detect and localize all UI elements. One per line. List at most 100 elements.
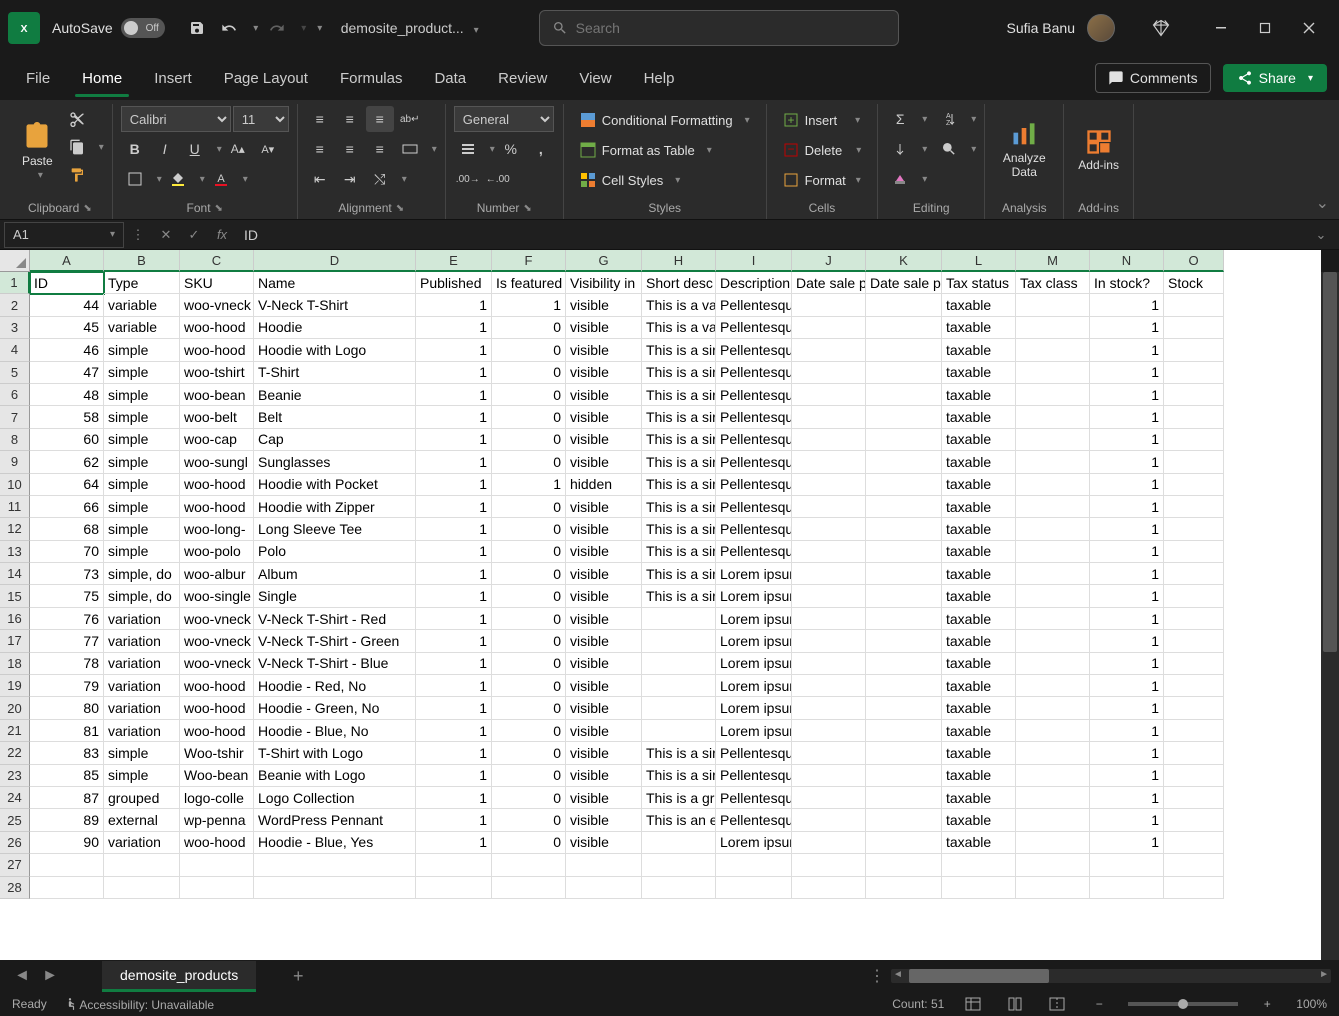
data-cell[interactable] xyxy=(1016,429,1090,451)
data-cell[interactable]: woo-vneck xyxy=(180,630,254,652)
data-cell[interactable]: 76 xyxy=(30,608,104,630)
data-cell[interactable]: taxable xyxy=(942,630,1016,652)
header-cell[interactable]: Type xyxy=(104,272,180,294)
comments-button[interactable]: Comments xyxy=(1095,63,1211,93)
accounting-button[interactable] xyxy=(454,136,482,162)
data-cell[interactable]: This is a sir xyxy=(642,541,716,563)
data-cell[interactable]: visible xyxy=(566,787,642,809)
data-cell[interactable]: simple xyxy=(104,541,180,563)
data-cell[interactable]: Lorem ipsum dolor sit amet, con xyxy=(716,608,792,630)
data-cell[interactable] xyxy=(1164,294,1224,316)
empty-cell[interactable] xyxy=(1016,854,1090,876)
data-cell[interactable]: woo-albur xyxy=(180,563,254,585)
data-cell[interactable]: 1 xyxy=(416,339,492,361)
data-cell[interactable]: 1 xyxy=(416,742,492,764)
header-cell[interactable]: Short desc xyxy=(642,272,716,294)
cut-button[interactable] xyxy=(63,106,91,132)
borders-button[interactable] xyxy=(121,166,149,192)
data-cell[interactable]: 1 xyxy=(1090,384,1164,406)
data-cell[interactable]: woo-belt xyxy=(180,406,254,428)
data-cell[interactable]: taxable xyxy=(942,317,1016,339)
column-header[interactable]: H xyxy=(642,250,716,272)
data-cell[interactable]: Long Sleeve Tee xyxy=(254,518,416,540)
data-cell[interactable]: simple xyxy=(104,765,180,787)
data-cell[interactable]: taxable xyxy=(942,384,1016,406)
header-cell[interactable]: Stock xyxy=(1164,272,1224,294)
data-cell[interactable]: Pellentesque habitant morbi trist xyxy=(716,518,792,540)
data-cell[interactable]: 62 xyxy=(30,451,104,473)
tab-formulas[interactable]: Formulas xyxy=(326,62,417,95)
data-cell[interactable]: simple xyxy=(104,406,180,428)
data-cell[interactable]: taxable xyxy=(942,787,1016,809)
data-cell[interactable]: This is a sir xyxy=(642,339,716,361)
row-header[interactable]: 24 xyxy=(0,787,30,809)
data-cell[interactable] xyxy=(1016,630,1090,652)
data-cell[interactable]: Pellentesque habitant morbi trist xyxy=(716,742,792,764)
data-cell[interactable]: woo-hood xyxy=(180,675,254,697)
data-cell[interactable]: 1 xyxy=(1090,317,1164,339)
data-cell[interactable]: Hoodie with Zipper xyxy=(254,496,416,518)
header-cell[interactable]: Description xyxy=(716,272,792,294)
data-cell[interactable]: 1 xyxy=(1090,496,1164,518)
row-header[interactable]: 5 xyxy=(0,362,30,384)
data-cell[interactable] xyxy=(792,630,866,652)
data-cell[interactable] xyxy=(792,474,866,496)
data-cell[interactable]: taxable xyxy=(942,675,1016,697)
format-cells-button[interactable]: Format▾ xyxy=(775,166,869,194)
data-cell[interactable] xyxy=(1016,653,1090,675)
search-input[interactable] xyxy=(576,20,886,36)
data-cell[interactable] xyxy=(866,541,942,563)
row-header[interactable]: 16 xyxy=(0,608,30,630)
data-cell[interactable]: Single xyxy=(254,585,416,607)
font-color-button[interactable]: A xyxy=(207,166,235,192)
data-cell[interactable] xyxy=(866,518,942,540)
data-cell[interactable] xyxy=(1016,496,1090,518)
data-cell[interactable]: 1 xyxy=(1090,518,1164,540)
data-cell[interactable] xyxy=(1164,675,1224,697)
data-cell[interactable] xyxy=(866,765,942,787)
data-cell[interactable]: This is a sir xyxy=(642,384,716,406)
row-header[interactable]: 9 xyxy=(0,451,30,473)
data-cell[interactable]: visible xyxy=(566,697,642,719)
data-cell[interactable]: This is a sir xyxy=(642,563,716,585)
data-cell[interactable]: 1 xyxy=(416,384,492,406)
align-middle-button[interactable]: ≡ xyxy=(336,106,364,132)
data-cell[interactable]: Lorem ipsum dolor sit amet, con xyxy=(716,832,792,854)
data-cell[interactable]: 0 xyxy=(492,563,566,585)
data-cell[interactable] xyxy=(866,384,942,406)
row-header[interactable]: 4 xyxy=(0,339,30,361)
data-cell[interactable]: This is a sir xyxy=(642,518,716,540)
data-cell[interactable] xyxy=(792,765,866,787)
row-header[interactable]: 21 xyxy=(0,720,30,742)
row-header[interactable]: 17 xyxy=(0,630,30,652)
data-cell[interactable]: woo-hood xyxy=(180,317,254,339)
data-cell[interactable]: 90 xyxy=(30,832,104,854)
data-cell[interactable]: This is a va xyxy=(642,317,716,339)
data-cell[interactable]: 1 xyxy=(416,809,492,831)
decrease-decimal-button[interactable]: ←.00 xyxy=(484,166,512,192)
data-cell[interactable]: Woo-tshir xyxy=(180,742,254,764)
empty-cell[interactable] xyxy=(492,854,566,876)
data-cell[interactable]: taxable xyxy=(942,294,1016,316)
data-cell[interactable]: 81 xyxy=(30,720,104,742)
row-header[interactable]: 19 xyxy=(0,675,30,697)
data-cell[interactable] xyxy=(1164,697,1224,719)
data-cell[interactable] xyxy=(866,697,942,719)
data-cell[interactable]: Polo xyxy=(254,541,416,563)
align-bottom-button[interactable]: ≡ xyxy=(366,106,394,132)
data-cell[interactable]: 1 xyxy=(1090,653,1164,675)
data-cell[interactable]: This is a sir xyxy=(642,429,716,451)
data-cell[interactable] xyxy=(1164,809,1224,831)
minimize-button[interactable] xyxy=(1199,10,1243,46)
zoom-slider[interactable] xyxy=(1128,1002,1238,1006)
row-header[interactable]: 8 xyxy=(0,429,30,451)
data-cell[interactable]: This is a sir xyxy=(642,362,716,384)
data-cell[interactable]: visible xyxy=(566,496,642,518)
row-header[interactable]: 22 xyxy=(0,742,30,764)
tab-page-layout[interactable]: Page Layout xyxy=(210,62,322,95)
data-cell[interactable]: simple xyxy=(104,429,180,451)
empty-cell[interactable] xyxy=(416,854,492,876)
data-cell[interactable] xyxy=(1016,362,1090,384)
header-cell[interactable]: SKU xyxy=(180,272,254,294)
data-cell[interactable] xyxy=(1016,474,1090,496)
